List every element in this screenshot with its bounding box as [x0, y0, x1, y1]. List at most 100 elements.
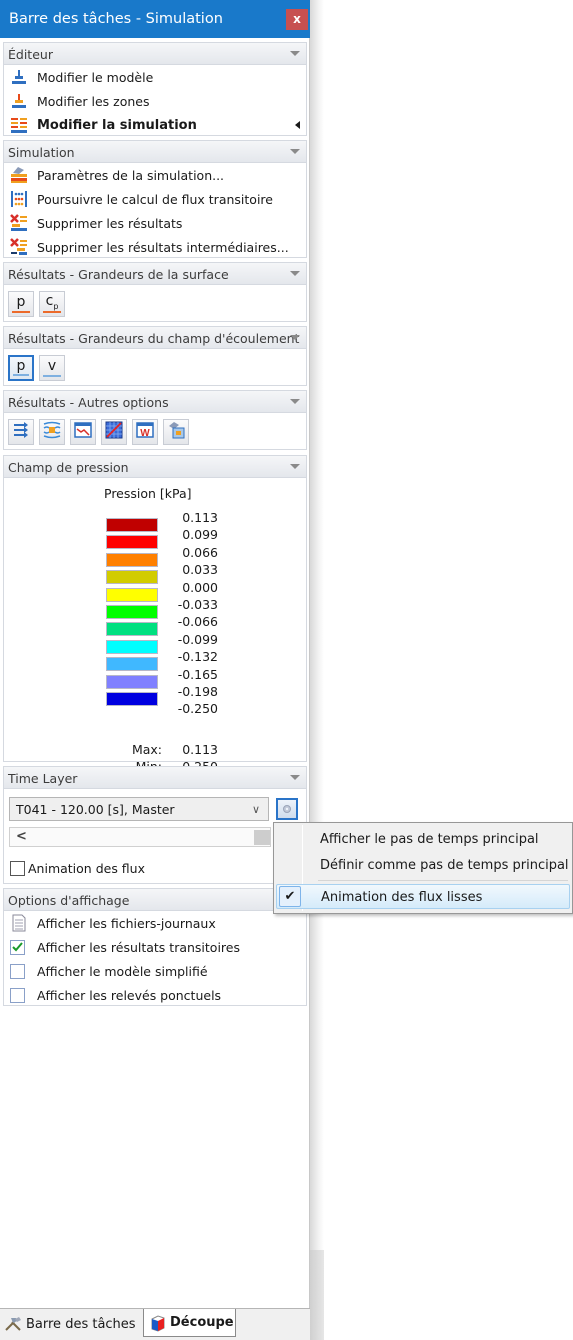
- menu-item-set-main-timestep[interactable]: Définir comme pas de temps principal: [276, 853, 570, 878]
- section-display-options: Options d'affichage Afficher les fichier…: [3, 888, 307, 1006]
- collapse-caret-icon[interactable]: [290, 271, 300, 276]
- pressure-coefficient-button[interactable]: cp: [39, 291, 65, 317]
- tab-label: Découpe: [170, 1315, 234, 1330]
- pressure-legend: Pression [kPa] Max: 0.113 Min: -0.250 0.…: [4, 478, 306, 774]
- panel-splitter-lower: [310, 1250, 324, 1340]
- clipping-box-icon: [148, 1314, 166, 1332]
- surface-pressure-button[interactable]: p: [8, 291, 34, 317]
- legend-color-swatch: [106, 518, 158, 532]
- legend-tick-label: -0.066: [177, 614, 218, 630]
- time-layer-scrollbar[interactable]: <: [9, 827, 271, 847]
- animation-flux-checkbox[interactable]: [10, 861, 25, 876]
- section-header-pressure[interactable]: Champ de pression: [4, 456, 306, 478]
- collapse-caret-icon[interactable]: [290, 775, 300, 780]
- legend-color-swatch: [106, 639, 158, 654]
- menu-item-parametres-simulation[interactable]: Paramètres de la simulation...: [4, 163, 306, 187]
- zones-edit-icon: [9, 91, 29, 111]
- export-button[interactable]: [163, 419, 189, 445]
- log-file-icon: [9, 913, 29, 933]
- scrollbar-thumb[interactable]: [254, 830, 270, 845]
- section-header-editeur[interactable]: Éditeur: [4, 43, 306, 65]
- menu-item-supprimer-resultats[interactable]: Supprimer les résultats: [4, 211, 306, 235]
- section-editeur: Éditeur Modifier le modèle Modifier les …: [3, 42, 307, 136]
- collapse-caret-icon[interactable]: [290, 464, 300, 469]
- simplified-model-checkbox[interactable]: [10, 963, 25, 979]
- menu-item-smooth-flow-animation[interactable]: ✔ Animation des flux lisses: [276, 884, 570, 909]
- flow-particles-button[interactable]: [39, 419, 65, 445]
- section-header-simulation[interactable]: Simulation: [4, 141, 306, 163]
- delete-results-icon: [9, 213, 29, 233]
- legend-tick-label: -0.250: [177, 701, 218, 717]
- checkbox-wrapper: [9, 985, 29, 1005]
- collapse-caret-icon[interactable]: [290, 335, 300, 340]
- menu-item-show-main-timestep[interactable]: Afficher le pas de temps principal: [276, 827, 570, 852]
- collapse-caret-icon[interactable]: [290, 399, 300, 404]
- close-button[interactable]: x: [286, 9, 308, 30]
- legend-color-swatch: [106, 692, 158, 706]
- menu-separator: [318, 880, 568, 881]
- max-label: Max:: [131, 742, 162, 757]
- menu-item-modifier-zones[interactable]: Modifier les zones: [4, 89, 306, 113]
- tab-decoupe[interactable]: Découpe: [143, 1309, 236, 1337]
- legend-color-swatch: [106, 587, 158, 602]
- legend-tick-label: -0.132: [177, 649, 218, 665]
- section-title: Simulation: [8, 145, 75, 160]
- grid-plane-button[interactable]: [101, 419, 127, 445]
- section-title: Champ de pression: [8, 460, 129, 475]
- section-flowfield-results: Résultats - Grandeurs du champ d'écoulem…: [3, 326, 307, 386]
- collapse-caret-icon[interactable]: [290, 51, 300, 56]
- model-edit-icon: [9, 67, 29, 87]
- section-title: Résultats - Grandeurs de la surface: [8, 267, 229, 282]
- animation-flux-checkbox-row[interactable]: Animation des flux: [10, 861, 145, 876]
- section-other-options: Résultats - Autres options W: [3, 390, 307, 450]
- chevron-down-icon: ∨: [251, 803, 260, 816]
- menu-item-poursuivre-calcul[interactable]: Poursuivre le calcul de flux transitoire: [4, 187, 306, 211]
- checkbox-wrapper: [9, 961, 29, 981]
- legend-tick-label: 0.066: [182, 544, 218, 560]
- flow-particles-icon: [43, 421, 61, 443]
- section-title: Résultats - Grandeurs du champ d'écoulem…: [8, 331, 300, 346]
- section-header-flowfield[interactable]: Résultats - Grandeurs du champ d'écoulem…: [4, 327, 306, 349]
- bottom-tab-bar: Barre des tâches Découpe: [0, 1308, 310, 1340]
- option-simplified-model[interactable]: Afficher le modèle simplifié: [4, 959, 306, 983]
- section-header-other[interactable]: Résultats - Autres options: [4, 391, 306, 413]
- collapse-caret-icon[interactable]: [290, 149, 300, 154]
- simulation-parameters-icon: [9, 165, 29, 185]
- section-simulation: Simulation Paramètres de la simulation..…: [3, 140, 307, 258]
- legend-tick-label: 0.099: [182, 527, 218, 543]
- tab-label: Barre des tâches: [26, 1316, 136, 1332]
- scroll-left-button[interactable]: <: [16, 829, 27, 844]
- menu-item-supprimer-resultats-intermediaires[interactable]: Supprimer les résultats intermédiaires..…: [4, 235, 306, 259]
- menu-item-modifier-simulation[interactable]: Modifier la simulation: [4, 113, 306, 137]
- section-time-layer: Time Layer T041 - 120.00 [s], Master ∨ <…: [3, 766, 307, 884]
- menu-item-label: Animation des flux lisses: [321, 890, 483, 905]
- option-point-probes[interactable]: Afficher les relevés ponctuels: [4, 983, 306, 1007]
- diagram-icon: [74, 421, 92, 443]
- time-layer-options-button[interactable]: [276, 798, 298, 820]
- legend-color-swatch: [106, 570, 158, 585]
- animation-flux-label: Animation des flux: [28, 861, 146, 876]
- export-icon: [167, 421, 185, 443]
- field-pressure-button[interactable]: p: [8, 355, 34, 381]
- max-value: 0.113: [182, 742, 218, 757]
- transient-results-checkbox[interactable]: [10, 939, 25, 955]
- panel-splitter[interactable]: [310, 0, 324, 1340]
- streamlines-button[interactable]: [8, 419, 34, 445]
- time-layer-select[interactable]: T041 - 120.00 [s], Master ∨: [9, 797, 269, 821]
- section-header-display[interactable]: Options d'affichage: [4, 889, 306, 911]
- option-log-files[interactable]: Afficher les fichiers-journaux: [4, 911, 306, 935]
- point-probes-checkbox[interactable]: [10, 987, 25, 1003]
- legend-color-swatch: [106, 657, 158, 672]
- menu-item-modifier-modele[interactable]: Modifier le modèle: [4, 65, 306, 89]
- streamlines-icon: [12, 421, 30, 443]
- wind-button[interactable]: W: [132, 419, 158, 445]
- velocity-button[interactable]: v: [39, 355, 65, 381]
- option-transient-results[interactable]: Afficher les résultats transitoires: [4, 935, 306, 959]
- checkbox-wrapper: [9, 937, 29, 957]
- section-header-surface[interactable]: Résultats - Grandeurs de la surface: [4, 263, 306, 285]
- diagram-button[interactable]: [70, 419, 96, 445]
- section-header-timelayer[interactable]: Time Layer: [4, 767, 306, 789]
- tab-barre-des-taches[interactable]: Barre des tâches: [0, 1309, 143, 1339]
- section-surface-results: Résultats - Grandeurs de la surface p cp: [3, 262, 307, 322]
- legend-color-swatch: [106, 674, 158, 689]
